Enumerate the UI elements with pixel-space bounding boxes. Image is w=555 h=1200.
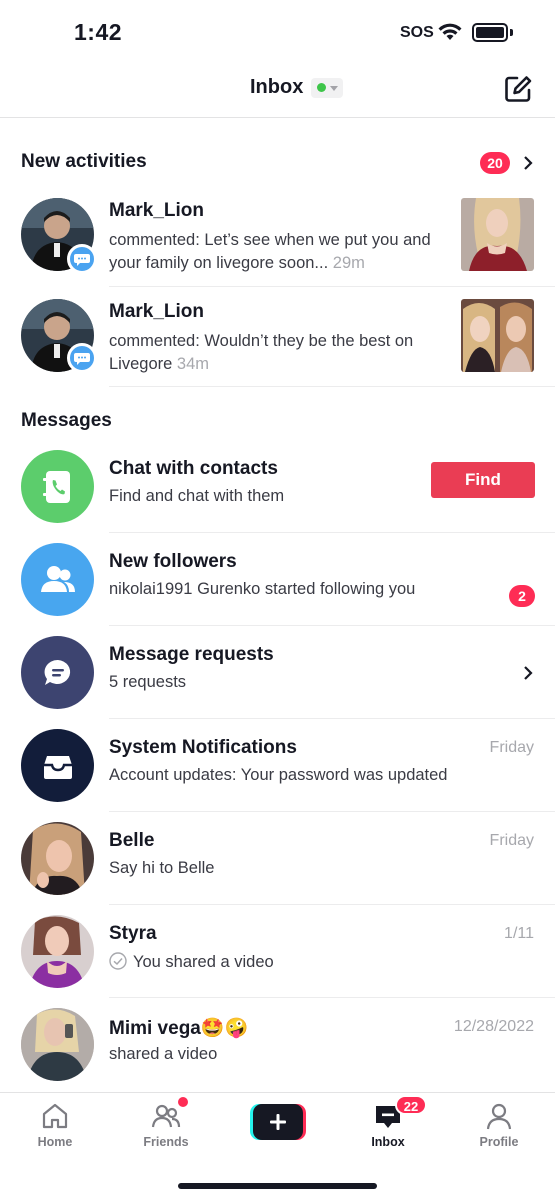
activity-text: commented: Wouldn’t they be the best on … — [109, 332, 414, 373]
header-title-group[interactable]: Inbox — [250, 76, 344, 99]
online-status-selector[interactable] — [311, 77, 344, 98]
nav-inbox-label: Inbox — [371, 1135, 405, 1149]
messages-title: Messages — [21, 410, 112, 431]
contacts-icon — [21, 450, 94, 523]
user-avatar[interactable] — [21, 822, 94, 895]
followers-count-badge: 2 — [509, 585, 535, 607]
online-dot-icon — [317, 82, 327, 92]
sent-check-icon — [109, 952, 127, 970]
user-avatar[interactable] — [21, 1008, 94, 1081]
battery-icon — [472, 23, 508, 42]
new-followers-row[interactable]: New followers nikolai1991 Gurenko starte… — [0, 533, 555, 626]
nav-friends[interactable]: Friends — [121, 1097, 211, 1157]
conversation-name: Mimi vega🤩🤪 — [109, 1018, 249, 1039]
system-notifications-title: System Notifications — [109, 737, 297, 758]
nav-friends-label: Friends — [143, 1135, 189, 1149]
message-requests-row[interactable]: Message requests 5 requests — [0, 626, 555, 719]
activity-username: Mark_Lion — [109, 200, 205, 221]
create-button[interactable] — [250, 1104, 306, 1140]
system-notifications-subtitle: Account updates: Your password was updat… — [109, 766, 448, 784]
conversation-time: 1/11 — [504, 925, 534, 942]
row-divider — [109, 386, 555, 387]
inbox-count-badge: 22 — [395, 1095, 427, 1115]
comment-badge-icon — [67, 343, 97, 373]
wifi-icon — [438, 23, 462, 40]
inbox-header: Inbox — [0, 62, 555, 118]
nav-home[interactable]: Home — [10, 1101, 100, 1157]
video-thumbnail[interactable] — [461, 198, 534, 271]
user-avatar[interactable] — [21, 915, 94, 988]
message-requests-title: Message requests — [109, 644, 274, 665]
activity-item[interactable]: Mark_Lion commented: Let’s see when we p… — [0, 198, 555, 299]
conversation-styra[interactable]: Styra You shared a video 1/11 — [0, 905, 555, 998]
new-followers-subtitle: nikolai1991 Gurenko started following yo… — [109, 580, 416, 598]
new-activities-title: New activities — [21, 151, 147, 172]
profile-icon — [486, 1103, 512, 1130]
system-notifications-time: Friday — [489, 739, 534, 756]
chat-contacts-title: Chat with contacts — [109, 458, 278, 479]
compose-icon[interactable] — [503, 74, 533, 104]
friends-notification-dot — [178, 1097, 188, 1107]
activity-text: commented: Let’s see when we put you and… — [109, 231, 431, 272]
status-bar: 1:42 SOS — [0, 0, 555, 62]
home-icon — [42, 1103, 68, 1129]
conversation-mimi-vega[interactable]: Mimi vega🤩🤪 shared a video 12/28/2022 — [0, 998, 555, 1091]
message-requests-subtitle: 5 requests — [109, 673, 187, 691]
conversation-belle[interactable]: Belle Say hi to Belle Friday — [0, 812, 555, 905]
comment-badge-icon — [67, 244, 97, 274]
activity-username: Mark_Lion — [109, 301, 205, 322]
conversation-time: 12/28/2022 — [453, 1018, 534, 1035]
conversation-name: Styra — [109, 923, 157, 944]
plus-icon — [270, 1114, 286, 1130]
emoji-icons: 🤩🤪 — [200, 1018, 249, 1039]
page-title: Inbox — [250, 76, 304, 98]
status-time: 1:42 — [74, 19, 123, 45]
nav-home-label: Home — [37, 1135, 73, 1149]
row-divider — [109, 286, 555, 287]
nav-inbox[interactable]: 22 Inbox — [343, 1095, 433, 1157]
followers-icon — [21, 543, 94, 616]
home-indicator — [178, 1183, 377, 1189]
conversation-preview: You shared a video — [109, 952, 274, 972]
caret-down-icon — [330, 85, 339, 91]
conversation-preview: shared a video — [109, 1045, 218, 1063]
inbox-tray-icon — [21, 729, 94, 802]
video-thumbnail[interactable] — [461, 299, 534, 372]
chat-with-contacts-row[interactable]: Chat with contacts Find and chat with th… — [0, 440, 555, 533]
chevron-right-icon[interactable] — [521, 156, 535, 170]
find-button[interactable]: Find — [431, 462, 535, 498]
nav-profile-label: Profile — [479, 1135, 519, 1149]
system-notifications-row[interactable]: System Notifications Account updates: Yo… — [0, 719, 555, 812]
activities-count-badge: 20 — [480, 152, 510, 174]
conversation-preview: Say hi to Belle — [109, 859, 215, 877]
message-requests-icon — [21, 636, 94, 709]
chat-contacts-subtitle: Find and chat with them — [109, 487, 285, 505]
new-followers-title: New followers — [109, 551, 237, 572]
activity-item[interactable]: Mark_Lion commented: Wouldn’t they be th… — [0, 299, 555, 400]
friends-icon — [151, 1104, 181, 1128]
sos-indicator: SOS — [400, 24, 434, 41]
chevron-right-icon[interactable] — [521, 666, 535, 680]
nav-profile[interactable]: Profile — [454, 1101, 544, 1157]
conversation-name: Belle — [109, 830, 155, 851]
conversation-time: Friday — [489, 832, 534, 849]
battery-cap — [510, 29, 513, 36]
